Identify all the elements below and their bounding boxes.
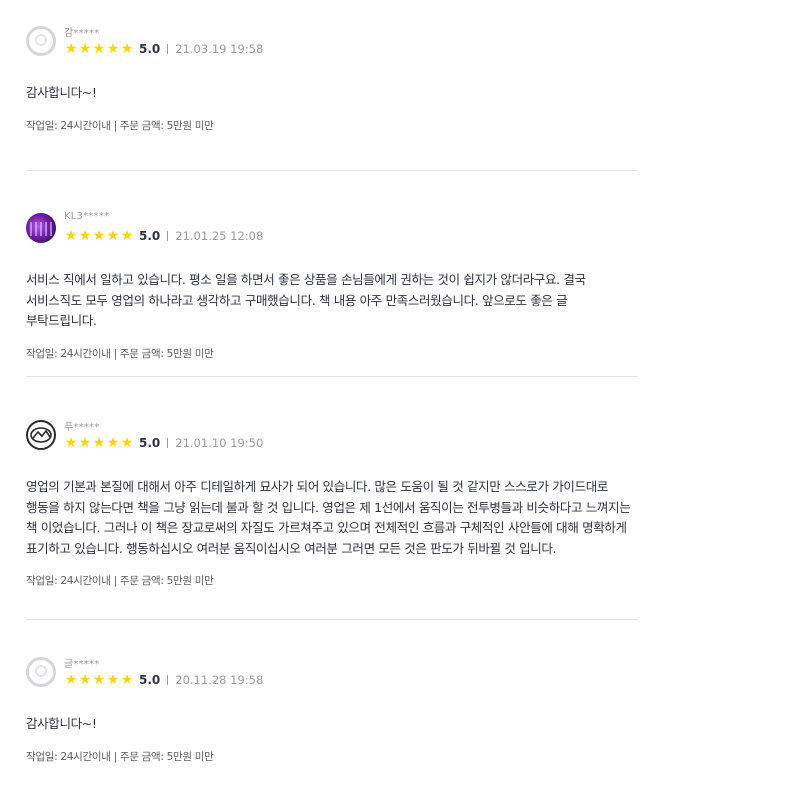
star-icon: ★ (92, 672, 106, 688)
star-rating: ★ ★ ★ ★ ★ (64, 229, 134, 243)
star-icon: ★ (92, 228, 106, 244)
star-rating: ★ ★ ★ ★ ★ (64, 436, 134, 450)
separator-bar (167, 675, 169, 685)
review-text: 영업의 기본과 본질에 대해서 아주 디테일하게 묘사가 되어 있습니다. 많은… (26, 479, 631, 556)
star-rating: ★ ★ ★ ★ ★ (64, 42, 134, 56)
review-item: 글***** ★ ★ ★ ★ ★ 5.0 20.11.28 19:58 감사합니다~! … (26, 657, 638, 764)
star-icon: ★ (92, 41, 106, 57)
review-item: 감***** ★ ★ ★ ★ ★ 5.0 21.03.19 19:58 감사합니다~! … (26, 26, 638, 133)
review-divider (26, 619, 638, 620)
star-icon: ★ (92, 435, 106, 451)
star-icon: ★ (78, 435, 92, 451)
review-meta: 작업일: 24시간이내 | 주문 금액: 5만원 미만 (26, 347, 214, 360)
review-item: KL3***** ★ ★ ★ ★ ★ 5.0 21.01.25 12:08 서비스 직에… (26, 211, 638, 361)
reviewer-name: KL3***** (64, 211, 110, 222)
review-date: 20.11.28 19:58 (175, 673, 264, 687)
star-icon: ★ (64, 228, 78, 244)
star-icon: ★ (120, 435, 134, 451)
rating-score: 5.0 (139, 673, 161, 687)
separator-bar (167, 44, 169, 54)
rating-row: ★ ★ ★ ★ ★ 5.0 21.01.25 12:08 (64, 228, 264, 244)
star-icon: ★ (106, 435, 120, 451)
star-icon: ★ (106, 41, 120, 57)
separator-bar (167, 438, 169, 448)
star-icon: ★ (78, 228, 92, 244)
review-divider (26, 170, 638, 171)
review-meta: 작업일: 24시간이내 | 주문 금액: 5만원 미만 (26, 119, 214, 132)
star-rating: ★ ★ ★ ★ ★ (64, 673, 134, 687)
reviewer-name: 푸***** (64, 422, 100, 433)
star-icon: ★ (64, 672, 78, 688)
avatar[interactable] (26, 657, 56, 687)
review-header: KL3***** ★ ★ ★ ★ ★ 5.0 21.01.25 12:08 (26, 211, 638, 253)
review-date: 21.01.25 12:08 (175, 229, 264, 243)
star-icon: ★ (120, 228, 134, 244)
review-header: 푸***** ★ ★ ★ ★ ★ 5.0 21.01.10 19:50 (26, 420, 638, 460)
review-divider (26, 376, 638, 377)
review-item: 푸***** ★ ★ ★ ★ ★ 5.0 21.01.10 19:50 영업의 기본과 … (26, 420, 638, 588)
review-header: 글***** ★ ★ ★ ★ ★ 5.0 20.11.28 19:58 (26, 657, 638, 697)
reviewer-name: 감***** (64, 28, 100, 39)
rating-score: 5.0 (139, 229, 161, 243)
separator-bar (167, 231, 169, 241)
star-icon: ★ (106, 672, 120, 688)
review-date: 21.03.19 19:58 (175, 42, 264, 56)
review-meta: 작업일: 24시간이내 | 주문 금액: 5만원 미만 (26, 750, 214, 763)
star-icon: ★ (64, 435, 78, 451)
star-icon: ★ (64, 41, 78, 57)
avatar[interactable] (26, 26, 56, 56)
review-text: 서비스 직에서 일하고 있습니다. 평소 일을 하면서 좋은 상품을 손님들에게… (26, 272, 586, 328)
rating-score: 5.0 (139, 42, 161, 56)
rating-score: 5.0 (139, 436, 161, 450)
rating-row: ★ ★ ★ ★ ★ 5.0 20.11.28 19:58 (64, 672, 264, 688)
review-header: 감***** ★ ★ ★ ★ ★ 5.0 21.03.19 19:58 (26, 26, 638, 66)
rating-row: ★ ★ ★ ★ ★ 5.0 21.01.10 19:50 (64, 435, 264, 451)
review-text: 감사합니다~! (26, 716, 97, 731)
avatar[interactable] (26, 420, 56, 450)
star-icon: ★ (78, 672, 92, 688)
review-meta: 작업일: 24시간이내 | 주문 금액: 5만원 미만 (26, 575, 214, 587)
rating-row: ★ ★ ★ ★ ★ 5.0 21.03.19 19:58 (64, 41, 264, 57)
star-icon: ★ (120, 41, 134, 57)
reviewer-name: 글***** (64, 659, 100, 670)
star-icon: ★ (106, 228, 120, 244)
star-icon: ★ (78, 41, 92, 57)
star-icon: ★ (120, 672, 134, 688)
review-text: 감사합니다~! (26, 85, 97, 100)
avatar[interactable] (26, 213, 56, 243)
review-date: 21.01.10 19:50 (175, 436, 264, 450)
